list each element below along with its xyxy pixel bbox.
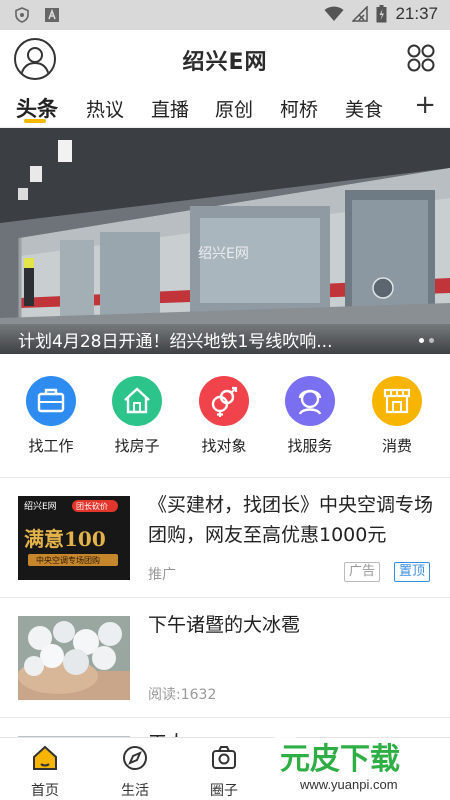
pinned-tag: 置顶 [394, 562, 431, 582]
banner-caption: 计划4月28日开通！绍兴地铁1号线吹响... [18, 332, 333, 352]
banner-watermark: 绍兴E网 [198, 246, 249, 262]
nav-home[interactable]: 首页 [15, 744, 75, 800]
tab-live[interactable]: 直播 [151, 95, 189, 122]
category-tabs: 头条 热议 直播 原创 柯桥 美食 + [0, 88, 450, 128]
news-title: 下午诸暨的大冰雹 [148, 614, 301, 636]
service-consumption[interactable]: 消费 [362, 376, 432, 456]
nav-label: 圈子 [210, 783, 238, 799]
service-find-house[interactable]: 找房子 [102, 376, 172, 456]
add-tab-button[interactable]: + [414, 90, 436, 120]
nav-label: 首页 [31, 783, 59, 799]
shop-icon [372, 376, 422, 426]
signal-icon [352, 6, 369, 22]
svg-text:元皮下载: 元皮下载 [280, 742, 400, 777]
ad-tag: 广告 [344, 562, 381, 582]
svg-text:满意100: 满意100 [24, 527, 106, 551]
site-watermark: 元皮下载 www.yuanpi.com [266, 727, 446, 797]
svg-text:www.yuanpi.com: www.yuanpi.com [299, 777, 398, 792]
tab-original[interactable]: 原创 [215, 95, 253, 122]
shield-icon [15, 7, 29, 23]
banner-carousel[interactable]: 绍兴E网 计划4月28日开通！绍兴地铁1号线吹响... [0, 128, 450, 354]
service-find-partner[interactable]: 找对象 [189, 376, 259, 456]
service-label: 找服务 [287, 437, 333, 455]
tab-hot-topics[interactable]: 热议 [86, 95, 124, 122]
home-icon [33, 745, 57, 770]
compass-icon [123, 746, 147, 770]
camera-icon [212, 746, 236, 769]
service-shortcuts: 找工作 找房子 找对象 找服务 消费 [0, 354, 450, 478]
gender-icon [199, 376, 249, 426]
nav-life[interactable]: 生活 [105, 744, 165, 800]
svg-text:中央空调专场团购: 中央空调专场团购 [36, 555, 100, 565]
app-logo: 绍兴E网 [182, 50, 268, 75]
svg-text:团长砍价: 团长砍价 [76, 501, 108, 511]
news-read-count: 阅读:1632 [148, 687, 217, 703]
wifi-icon [324, 6, 344, 21]
tab-food[interactable]: 美食 [345, 95, 383, 122]
battery-icon [376, 5, 387, 23]
news-item[interactable]: 下午诸暨的大冰雹 阅读:1632 [0, 598, 450, 718]
carousel-dot[interactable] [429, 338, 434, 343]
status-bar: 21:37 [0, 0, 450, 30]
carousel-dot[interactable] [419, 338, 424, 343]
news-item-ad[interactable]: 绍兴E网 团长砍价 满意100 中央空调专场团购 《买建材，找团长》中央空调专场… [0, 478, 450, 598]
svg-text:绍兴E网: 绍兴E网 [24, 500, 57, 512]
service-label: 找对象 [201, 437, 247, 455]
service-find-job[interactable]: 找工作 [16, 376, 86, 456]
banner-image: 绍兴E网 [0, 128, 450, 354]
service-label: 消费 [381, 437, 412, 455]
news-title: 《买建材，找团长》中央空调专场团购，网友至高优惠1000元 [148, 494, 434, 546]
service-label: 找工作 [28, 437, 74, 455]
tab-keqiao[interactable]: 柯桥 [280, 95, 318, 122]
service-person-icon [285, 376, 335, 426]
nav-label: 生活 [121, 783, 149, 799]
active-tab-indicator [24, 119, 46, 123]
carousel-dots [419, 338, 434, 343]
house-icon [112, 376, 162, 426]
news-thumbnail [18, 616, 130, 700]
briefcase-icon [26, 376, 76, 426]
service-find-service[interactable]: 找服务 [275, 376, 345, 456]
nav-circle[interactable]: 圈子 [194, 744, 254, 800]
news-source: 推广 [148, 567, 176, 583]
news-thumbnail: 绍兴E网 团长砍价 满意100 中央空调专场团购 [18, 496, 130, 580]
service-label: 找房子 [114, 437, 160, 455]
banner-caption-bar: 计划4月28日开通！绍兴地铁1号线吹响... [0, 324, 450, 354]
app-notification-icon [45, 8, 59, 22]
clock: 21:37 [395, 4, 438, 23]
app-header: 绍兴E网 [0, 30, 450, 88]
apps-grid-icon[interactable] [406, 43, 436, 73]
